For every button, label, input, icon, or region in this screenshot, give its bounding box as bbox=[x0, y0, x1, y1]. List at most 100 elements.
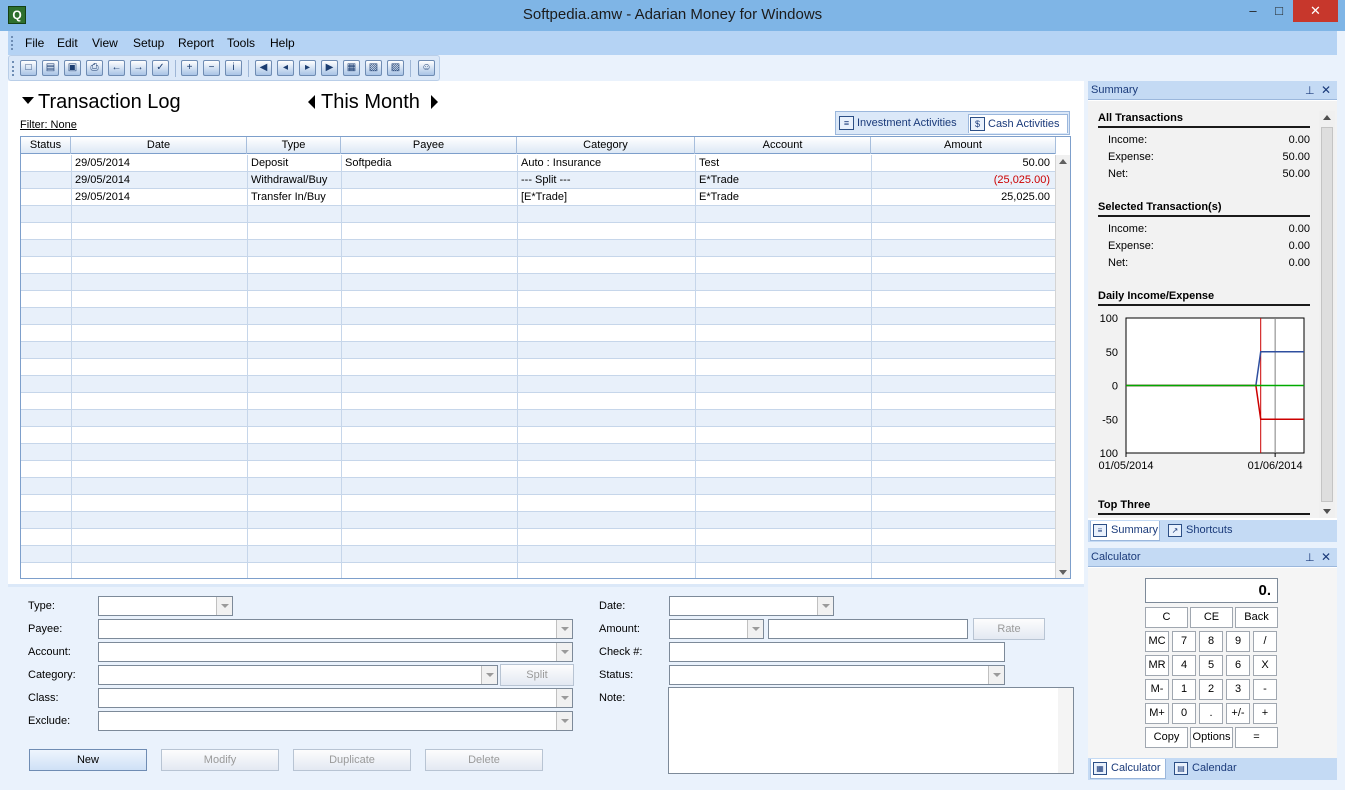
toolbar-grip[interactable] bbox=[12, 61, 14, 76]
table-row[interactable]: 29/05/2014 Transfer In/Buy [E*Trade] E*T… bbox=[21, 189, 1056, 206]
chevron-down-icon[interactable] bbox=[556, 643, 572, 661]
pin-icon[interactable]: ⊥ bbox=[1305, 84, 1315, 97]
menu-edit[interactable]: Edit bbox=[57, 36, 78, 50]
table-row[interactable] bbox=[21, 563, 1056, 578]
next-period-icon[interactable] bbox=[431, 95, 438, 109]
rate-button[interactable]: Rate bbox=[973, 618, 1045, 640]
remove-icon[interactable]: − bbox=[203, 60, 220, 76]
calc-key-2[interactable]: 2 bbox=[1199, 679, 1223, 700]
new-window-icon[interactable]: ▦ bbox=[343, 60, 360, 76]
table-row[interactable] bbox=[21, 359, 1056, 376]
table-row[interactable]: 29/05/2014 Withdrawal/Buy --- Split --- … bbox=[21, 172, 1056, 189]
scroll-up-icon[interactable] bbox=[1059, 159, 1067, 164]
close-icon[interactable]: ✕ bbox=[1321, 550, 1331, 564]
table-row[interactable] bbox=[21, 478, 1056, 495]
log-title[interactable]: Transaction Log bbox=[38, 91, 181, 114]
column-amount[interactable]: Amount bbox=[871, 137, 1056, 154]
picture-icon[interactable]: ▧ bbox=[365, 60, 382, 76]
menu-help[interactable]: Help bbox=[270, 36, 295, 50]
calc-key-0[interactable]: 0 bbox=[1172, 703, 1196, 724]
column-status[interactable]: Status bbox=[21, 137, 71, 154]
menu-view[interactable]: View bbox=[92, 36, 118, 50]
grid-scrollbar[interactable] bbox=[1055, 155, 1070, 578]
new-file-icon[interactable]: □ bbox=[20, 60, 37, 76]
next-icon[interactable]: ▸ bbox=[299, 60, 316, 76]
exclude-select[interactable] bbox=[98, 711, 573, 731]
add-icon[interactable]: + bbox=[181, 60, 198, 76]
calc-key-ce[interactable]: CE bbox=[1190, 607, 1233, 628]
split-button[interactable]: Split bbox=[500, 664, 574, 686]
calc-key-minus[interactable]: - bbox=[1253, 679, 1277, 700]
reconcile-icon[interactable]: ✓ bbox=[152, 60, 169, 76]
table-row[interactable] bbox=[21, 257, 1056, 274]
summary-scrollbar[interactable] bbox=[1319, 111, 1335, 518]
table-row[interactable] bbox=[21, 512, 1056, 529]
chevron-down-icon[interactable] bbox=[556, 620, 572, 638]
table-row[interactable] bbox=[21, 427, 1056, 444]
amount-input[interactable] bbox=[768, 619, 968, 639]
calc-key-copy[interactable]: Copy bbox=[1145, 727, 1188, 748]
chevron-down-icon[interactable] bbox=[988, 666, 1004, 684]
table-row[interactable] bbox=[21, 393, 1056, 410]
date-picker[interactable] bbox=[669, 596, 834, 616]
column-account[interactable]: Account bbox=[695, 137, 871, 154]
calc-key-multiply[interactable]: X bbox=[1253, 655, 1277, 676]
menu-tools[interactable]: Tools bbox=[227, 36, 255, 50]
calc-key-9[interactable]: 9 bbox=[1226, 631, 1250, 652]
table-row[interactable] bbox=[21, 206, 1056, 223]
menu-setup[interactable]: Setup bbox=[133, 36, 164, 50]
import-icon[interactable]: ← bbox=[108, 60, 125, 76]
calc-key-c[interactable]: C bbox=[1145, 607, 1188, 628]
info-icon[interactable]: i bbox=[225, 60, 242, 76]
calc-key-equals[interactable]: = bbox=[1235, 727, 1278, 748]
calc-key-plus[interactable]: + bbox=[1253, 703, 1277, 724]
new-button[interactable]: New bbox=[29, 749, 147, 771]
close-button[interactable]: ✕ bbox=[1293, 0, 1338, 22]
table-row[interactable] bbox=[21, 342, 1056, 359]
calc-key-7[interactable]: 7 bbox=[1172, 631, 1196, 652]
table-row[interactable] bbox=[21, 461, 1056, 478]
note-scrollbar[interactable] bbox=[1058, 688, 1073, 773]
column-category[interactable]: Category bbox=[517, 137, 695, 154]
scroll-thumb[interactable] bbox=[1321, 127, 1333, 502]
picture-edit-icon[interactable]: ▨ bbox=[387, 60, 404, 76]
category-select[interactable] bbox=[98, 665, 498, 685]
tab-calendar[interactable]: ▤ Calendar bbox=[1172, 759, 1237, 779]
filter-link[interactable]: Filter: None bbox=[20, 119, 77, 131]
calc-key-mr[interactable]: MR bbox=[1145, 655, 1169, 676]
calc-key-negate[interactable]: +/- bbox=[1226, 703, 1250, 724]
status-select[interactable] bbox=[669, 665, 1005, 685]
chevron-down-icon[interactable] bbox=[556, 689, 572, 707]
tab-investment-activities[interactable]: ≡ Investment Activities bbox=[838, 114, 957, 133]
calc-key-3[interactable]: 3 bbox=[1226, 679, 1250, 700]
type-select[interactable] bbox=[98, 596, 233, 616]
check-number-input[interactable] bbox=[669, 642, 1005, 662]
chevron-down-icon[interactable] bbox=[747, 620, 763, 638]
tab-cash-activities[interactable]: $ Cash Activities bbox=[968, 114, 1068, 133]
currency-select[interactable] bbox=[669, 619, 764, 639]
table-row[interactable] bbox=[21, 291, 1056, 308]
calc-key-1[interactable]: 1 bbox=[1172, 679, 1196, 700]
column-payee[interactable]: Payee bbox=[341, 137, 517, 154]
close-icon[interactable]: ✕ bbox=[1321, 83, 1331, 97]
table-row[interactable] bbox=[21, 223, 1056, 240]
menu-report[interactable]: Report bbox=[178, 36, 214, 50]
menu-grip[interactable] bbox=[11, 36, 13, 50]
scroll-up-icon[interactable] bbox=[1323, 115, 1331, 120]
previous-period-icon[interactable] bbox=[308, 95, 315, 109]
table-row[interactable] bbox=[21, 325, 1056, 342]
tab-summary[interactable]: ≡ Summary bbox=[1090, 521, 1160, 541]
column-type[interactable]: Type bbox=[247, 137, 341, 154]
table-row[interactable] bbox=[21, 444, 1056, 461]
table-row[interactable] bbox=[21, 308, 1056, 325]
print-icon[interactable]: ⎙ bbox=[86, 60, 103, 76]
table-row[interactable] bbox=[21, 546, 1056, 563]
calc-key-back[interactable]: Back bbox=[1235, 607, 1278, 628]
open-file-icon[interactable]: ▤ bbox=[42, 60, 59, 76]
chevron-down-icon[interactable] bbox=[481, 666, 497, 684]
duplicate-button[interactable]: Duplicate bbox=[293, 749, 411, 771]
pin-icon[interactable]: ⊥ bbox=[1305, 551, 1315, 564]
last-icon[interactable]: ▶ bbox=[321, 60, 338, 76]
calc-key-mc[interactable]: MC bbox=[1145, 631, 1169, 652]
note-textarea[interactable] bbox=[668, 687, 1074, 774]
